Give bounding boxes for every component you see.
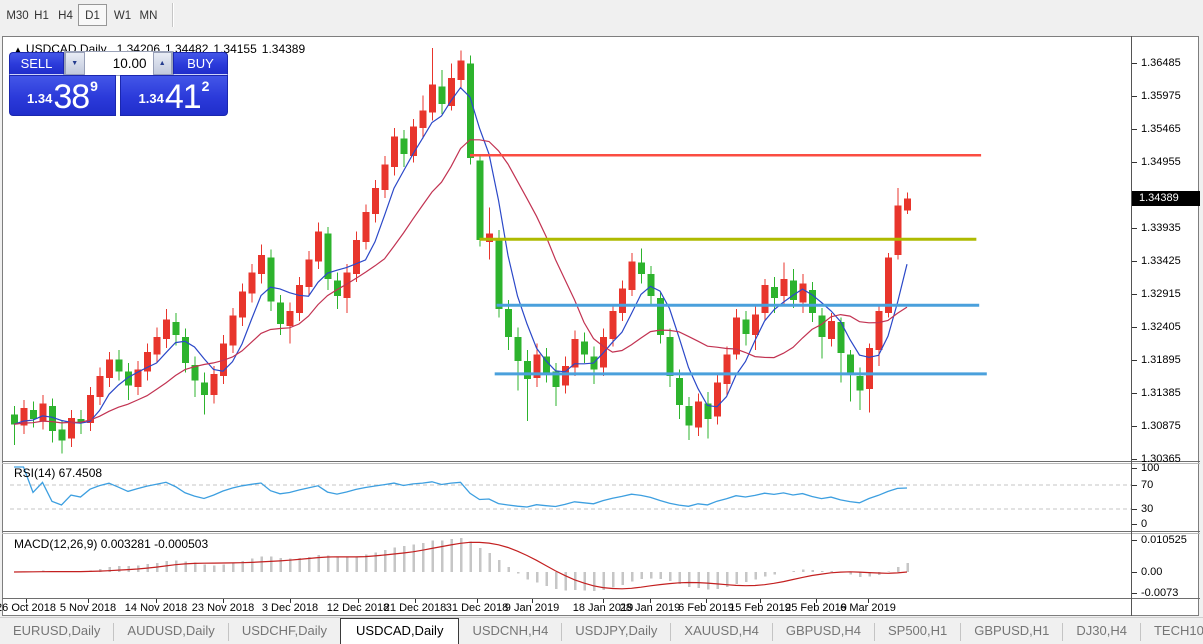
rsi-pane <box>10 466 1131 510</box>
rsi-axis-label: 0 <box>1141 518 1148 530</box>
price-axis-label: 1.33425 <box>1141 254 1181 267</box>
tab-usdcad-daily[interactable]: USDCAD,Daily <box>340 618 460 644</box>
sell-price-big: 38 <box>53 78 90 116</box>
one-click-trading-panel: SELL ▼ ▲ BUY 1.34389 1.34412 <box>9 51 228 116</box>
axis-ticks <box>26 63 1137 603</box>
lot-decrease-button[interactable]: ▼ <box>65 52 85 75</box>
macd-indicator-label: MACD(12,26,9) 0.003281 -0.000503 <box>14 537 209 551</box>
tab-audusd-daily[interactable]: AUDUSD,Daily <box>114 618 227 644</box>
application-window: M30 H1 H4 D1 W1 MN ▲ USDCAD,Daily 1.34206 1.3448… <box>0 0 1203 644</box>
lot-size-input[interactable] <box>84 52 153 75</box>
price-axis-label: 1.32915 <box>1141 287 1181 300</box>
macd-axis-label: 0.00 <box>1141 566 1163 578</box>
date-axis-label: 3 Dec 2018 <box>261 602 319 614</box>
tab-usdjpy-daily[interactable]: USDJPY,Daily <box>562 618 670 644</box>
tab-xauusd-h4[interactable]: XAUUSD,H4 <box>671 618 771 644</box>
tab-sp500-h1[interactable]: SP500,H1 <box>875 618 960 644</box>
price-axis-label: 1.35465 <box>1141 122 1181 135</box>
sell-price-prefix: 1.34 <box>27 91 53 106</box>
rsi-axis-label: 30 <box>1141 503 1154 515</box>
tab-gbpusd-h4[interactable]: GBPUSD,H4 <box>773 618 874 644</box>
buy-price-pip: 2 <box>201 78 210 94</box>
ma-slow-line <box>13 139 908 425</box>
price-axis-label: 1.30875 <box>1141 419 1181 432</box>
date-axis-label: 23 Nov 2018 <box>191 602 255 614</box>
tab-gbpusd-h1[interactable]: GBPUSD,H1 <box>961 618 1062 644</box>
arrow-down-icon: ▼ <box>71 60 79 67</box>
date-axis-label: 6 Mar 2019 <box>840 602 896 614</box>
date-axis-label: 9 Jan 2019 <box>504 602 560 614</box>
price-axis-label: 1.35975 <box>1141 89 1181 102</box>
tab-eurusd-daily[interactable]: EURUSD,Daily <box>0 618 113 644</box>
symbol-tab-bar: EURUSD,Daily AUDUSD,Daily USDCHF,Daily USDC… <box>0 617 1203 644</box>
price-axis-label: 1.32405 <box>1141 320 1181 333</box>
macd-axis-label: 0.010525 <box>1141 534 1187 546</box>
tab-usdcnh-h4[interactable]: USDCNH,H4 <box>459 618 561 644</box>
date-axis-label: 28 Jan 2019 <box>619 602 681 614</box>
sell-price-pip: 9 <box>90 78 98 94</box>
lot-size-control: ▼ ▲ <box>64 51 173 76</box>
tab-dj30-h4[interactable]: DJ30,H4 <box>1063 618 1140 644</box>
tab-usdchf-daily[interactable]: USDCHF,Daily <box>229 618 340 644</box>
date-axis-label: 5 Nov 2018 <box>59 602 117 614</box>
date-axis-label: 15 Feb 2019 <box>729 602 791 614</box>
date-axis-label: 21 Dec 2018 <box>383 602 447 614</box>
price-axis-label: 1.31895 <box>1141 353 1181 366</box>
sell-button[interactable]: SELL <box>9 52 64 75</box>
rsi-axis-label: 100 <box>1141 462 1160 474</box>
buy-price-prefix: 1.34 <box>138 91 164 106</box>
ohlc-close: 1.34389 <box>261 42 306 56</box>
macd-axis-label: -0.0073 <box>1141 587 1179 599</box>
lot-increase-button[interactable]: ▲ <box>152 52 172 75</box>
rsi-indicator-label: RSI(14) 67.4508 <box>14 466 103 480</box>
horizontal-level-lines[interactable] <box>470 153 987 376</box>
date-axis-label: 12 Dec 2018 <box>326 602 390 614</box>
arrow-up-icon: ▲ <box>158 60 166 67</box>
buy-price-display[interactable]: 1.34 41 2 <box>120 75 228 116</box>
buy-price-big: 41 <box>164 78 202 116</box>
date-axis-label: 25 Feb 2019 <box>785 602 847 614</box>
date-axis-label: 26 Oct 2018 <box>0 602 56 614</box>
price-axis-label: 1.31385 <box>1141 386 1181 399</box>
date-axis-label: 31 Dec 2018 <box>445 602 509 614</box>
sell-price-display[interactable]: 1.34 38 9 <box>9 75 116 116</box>
tab-tech100-h1[interactable]: TECH100,H1 <box>1141 618 1203 644</box>
rsi-axis-label: 70 <box>1141 479 1154 491</box>
current-price-tag: 1.34389 <box>1132 191 1200 207</box>
price-axis-label: 1.33935 <box>1141 221 1181 234</box>
buy-button[interactable]: BUY <box>173 52 228 75</box>
price-axis-label: 1.36485 <box>1141 57 1181 69</box>
date-axis-label: 6 Feb 2019 <box>678 602 734 614</box>
price-axis-label: 1.34955 <box>1141 155 1181 168</box>
rsi-line <box>14 466 908 508</box>
date-axis-label: 14 Nov 2018 <box>124 602 188 614</box>
